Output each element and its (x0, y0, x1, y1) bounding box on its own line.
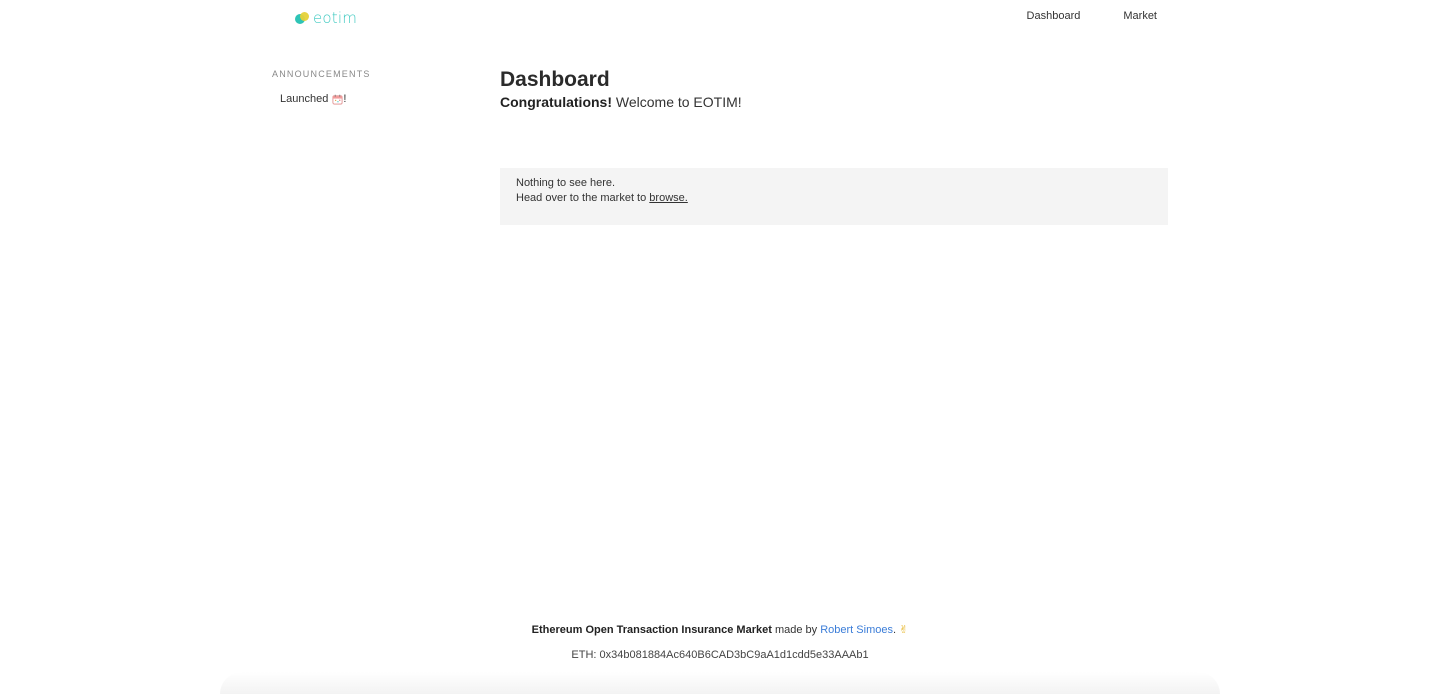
author-link[interactable]: Robert Simoes (820, 624, 893, 636)
page-title: Dashboard (500, 68, 610, 91)
sidebar-heading: ANNOUNCEMENTS (272, 69, 371, 79)
logo-mark-icon (295, 11, 310, 25)
nav-market-link[interactable]: Market (1123, 10, 1157, 22)
sidebar-item-label: Launched (280, 93, 329, 105)
welcome-message: Congratulations! Welcome to EOTIM! (500, 93, 1168, 111)
empty-state-line2-prefix: Head over to the market to (516, 192, 650, 204)
footer-project-name: Ethereum Open Transaction Insurance Mark… (531, 624, 772, 636)
welcome-rest: Welcome to EOTIM! (612, 94, 742, 110)
sidebar: ANNOUNCEMENTS Launched ! (272, 69, 452, 105)
sidebar-item-suffix: ! (343, 93, 347, 105)
party-popper-icon (332, 94, 343, 104)
footer: Ethereum Open Transaction Insurance Mark… (0, 620, 1440, 665)
empty-state-line1: Nothing to see here. (516, 177, 616, 189)
footer-credits: Ethereum Open Transaction Insurance Mark… (0, 620, 1440, 640)
logo-text: eotim (313, 9, 358, 27)
logo[interactable]: eotim (295, 8, 357, 28)
main-content: Dashboard Congratulations! Welcome to EO… (500, 67, 1168, 225)
browse-link[interactable]: browse. (649, 192, 688, 204)
empty-state-line2: Head over to the market to browse. (516, 191, 1152, 206)
footer-made-by: made by (771, 624, 821, 636)
top-nav: Dashboard Market (1027, 10, 1157, 22)
footer-eth-address: ETH: 0x34b081884Ac640B6CAD3bC9aA1d1cdd5e… (571, 649, 869, 661)
empty-state-box: Nothing to see here. Head over to the ma… (500, 168, 1168, 225)
sidebar-item-launched[interactable]: Launched ! (272, 93, 452, 105)
welcome-strong: Congratulations! (500, 94, 612, 110)
nav-dashboard-link[interactable]: Dashboard (1027, 10, 1081, 22)
page: eotim Dashboard Market ANNOUNCEMENTS Lau… (0, 0, 1440, 694)
victory-hand-icon: ✌ (899, 624, 909, 636)
footer-period: . (892, 624, 897, 636)
bottom-shadow (220, 672, 1220, 694)
